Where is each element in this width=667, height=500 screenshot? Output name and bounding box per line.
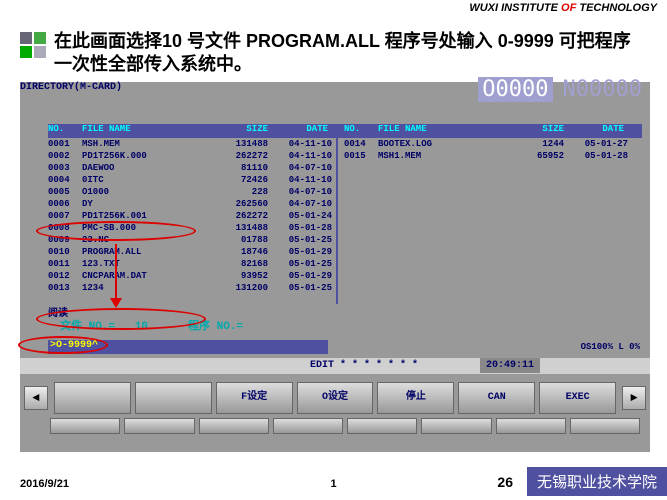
directory-title: DIRECTORY(M-CARD) [20,82,122,93]
softkey-row: ◄ F设定 O设定 停止 CAN EXEC ► [20,378,650,418]
footer-school: 无锡职业技术学院 [527,467,667,496]
page-right-button[interactable]: ► [622,386,646,410]
softkey-1[interactable] [54,382,131,414]
softkey-oset[interactable]: O设定 [297,382,374,414]
file-row[interactable]: 00040ITC7242604-11-10 [48,174,332,186]
file-row[interactable]: 0001MSH.MEM13148804-11-10 [48,138,332,150]
file-list-left[interactable]: 0001MSH.MEM13148804-11-100002PD1T256K.00… [48,138,332,294]
file-list-right[interactable]: 0014BOOTEX.LOG124405-01-270015MSH1.MEM65… [344,138,628,162]
column-separator [336,124,338,304]
file-row[interactable]: 0013123413120005-01-25 [48,282,332,294]
file-row[interactable]: 0014BOOTEX.LOG124405-01-27 [344,138,628,150]
table-header: NO. FILE NAME SIZE DATE NO. FILE NAME SI… [48,124,642,138]
highlight-ellipse-program [36,221,196,241]
softkey-stop[interactable]: 停止 [377,382,454,414]
time-display: 20:49:11 [480,358,540,373]
softkey-fset[interactable]: F设定 [216,382,293,414]
o-number: O0000 [478,77,552,102]
footer-page-2: 26 [497,474,513,490]
file-row[interactable]: 0015MSH1.MEM6595205-01-28 [344,150,628,162]
highlight-ellipse-fileno [36,308,206,330]
bullet-icon [20,32,48,60]
file-row[interactable]: 0010PROGRAM.ALL1874605-01-29 [48,246,332,258]
n-number: N00000 [563,77,642,102]
softkey-2[interactable] [135,382,212,414]
page-left-button[interactable]: ◄ [24,386,48,410]
slide-title: 在此画面选择10 号文件 PROGRAM.ALL 程序号处输入 0-9999 可… [54,30,644,77]
file-row[interactable]: 0007PD1T256K.00126227205-01-24 [48,210,332,222]
file-row[interactable]: 0003DAEWOO8111004-07-10 [48,162,332,174]
file-row[interactable]: 0012CNCPARAM.DAT9395205-01-29 [48,270,332,282]
program-numbers: O0000 N00000 [478,77,642,102]
softkey-row-2 [48,418,642,434]
footer-page-1: 1 [330,478,336,490]
edit-status-bar: EDIT * * * * * * * 20:49:11 [20,358,650,374]
highlight-arrow [115,244,117,306]
highlight-ellipse-input [18,336,108,354]
file-row[interactable]: 0006DY26256004-07-10 [48,198,332,210]
softkey-can[interactable]: CAN [458,382,535,414]
footer-date: 2016/9/21 [20,478,69,490]
os-status: OS100% L 0% [581,342,640,352]
file-row[interactable]: 0005O100022804-07-10 [48,186,332,198]
file-row[interactable]: 0002PD1T256K.00026227204-11-10 [48,150,332,162]
softkey-exec[interactable]: EXEC [539,382,616,414]
slide-footer: 2016/9/21 1 26 无锡职业技术学院 [0,468,667,496]
file-row[interactable]: 0011123.TXT8216805-01-25 [48,258,332,270]
institute-header: WUXI INSTITUTE OF TECHNOLOGY [469,2,657,14]
